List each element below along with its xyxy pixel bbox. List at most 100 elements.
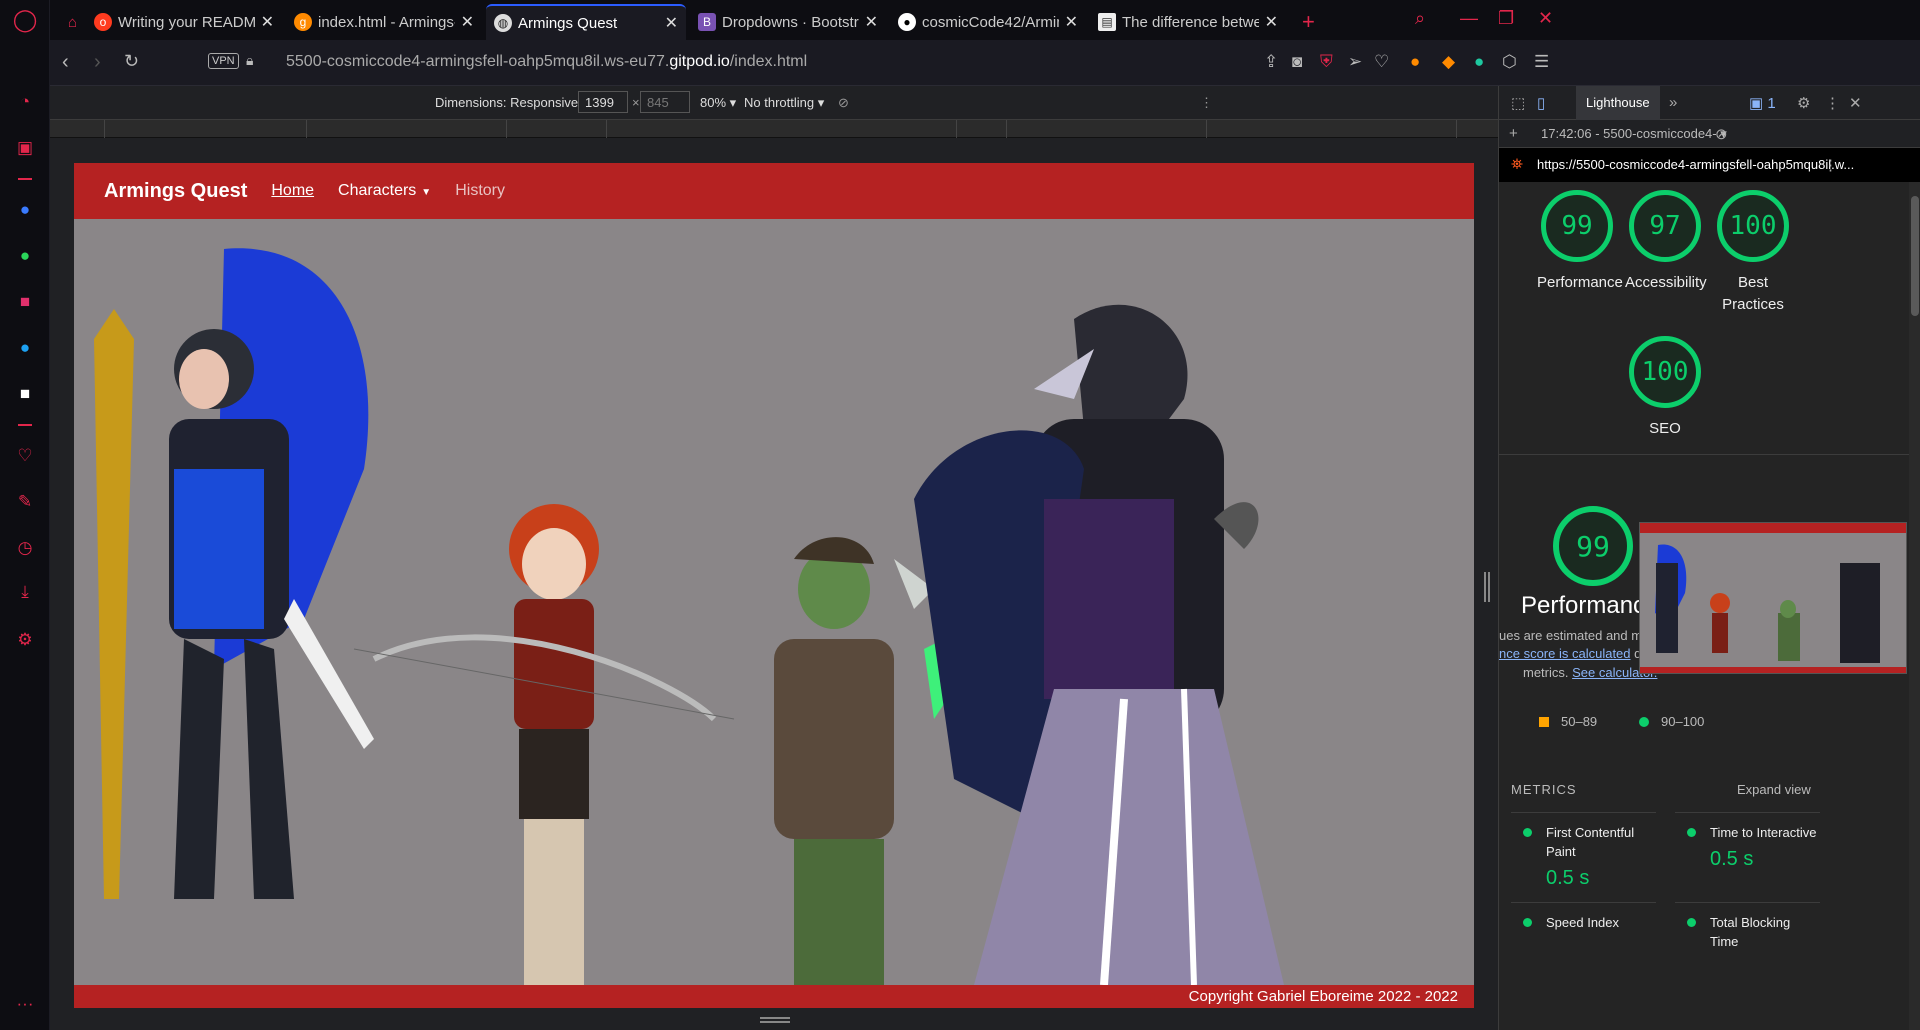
legend-average: 50–89 <box>1539 714 1597 729</box>
zoom-dropdown[interactable]: 80% ▾ <box>700 95 736 111</box>
gauge-best-practices[interactable]: 100 Best Practices <box>1713 190 1793 316</box>
inspect-icon[interactable]: ⬚ <box>1511 94 1525 112</box>
metrics-heading: METRICS <box>1511 782 1577 797</box>
close-icon[interactable]: ✕ <box>1265 12 1278 32</box>
devtools-panel: ⬚ ▯ Lighthouse » ▣ 1 ⚙ ⋮ ✕ + 17:42:06 - … <box>1498 86 1920 1030</box>
dimensions-dropdown[interactable]: Dimensions: Responsive ▾ <box>435 95 588 111</box>
nav-home-link[interactable]: Home <box>271 182 314 200</box>
send-icon[interactable]: ➢ <box>1348 52 1362 72</box>
more-options-icon[interactable]: ⋮ <box>1200 95 1213 111</box>
extension-icon[interactable]: ● <box>1410 52 1420 72</box>
nav-history-link[interactable]: History <box>455 182 505 200</box>
share-icon[interactable]: ⇪ <box>1264 52 1278 72</box>
search-tabs-icon[interactable]: ⌕ <box>1415 8 1425 29</box>
maximize-icon[interactable]: ❐ <box>1498 8 1514 29</box>
tab-readme[interactable]: o Writing your README - De ✕ <box>86 4 282 40</box>
devtools-settings-icon[interactable]: ⚙ <box>1797 94 1810 112</box>
score-ring: 100 <box>1629 336 1701 408</box>
tab-strip: ⌂ o Writing your README - De ✕ g index.h… <box>50 0 1920 40</box>
reload-icon[interactable]: ↻ <box>124 51 139 72</box>
report-selector[interactable]: 17:42:06 - 5500-cosmiccode4- ▾ <box>1541 126 1727 142</box>
heart-icon[interactable]: ♡ <box>13 444 37 468</box>
globe-icon: ◍ <box>494 14 512 32</box>
close-icon[interactable]: ✕ <box>1065 12 1078 32</box>
width-input[interactable]: 1399 <box>578 91 628 113</box>
settings-icon[interactable]: ⚙ <box>13 628 37 652</box>
performance-score-ring: 99 <box>1553 506 1633 586</box>
back-icon[interactable]: ‹ <box>62 51 69 74</box>
rotate-icon[interactable]: ⊘ <box>838 95 849 111</box>
tab-lighthouse[interactable]: Lighthouse <box>1576 86 1660 120</box>
device-toggle-icon[interactable]: ▯ <box>1537 94 1545 112</box>
download-icon[interactable]: ⤓ <box>13 580 37 604</box>
bottom-resize-handle[interactable] <box>760 1017 790 1023</box>
camera-icon[interactable]: ◙ <box>1292 52 1302 72</box>
devtools-close-icon[interactable]: ✕ <box>1849 94 1862 112</box>
tab-armings-quest[interactable]: ◍ Armings Quest ✕ <box>486 4 686 40</box>
window-close-icon[interactable]: ✕ <box>1538 8 1553 29</box>
report-url[interactable]: https://5500-cosmiccode4-armingsfell-oah… <box>1537 157 1854 172</box>
discord-icon[interactable]: ■ <box>13 382 37 406</box>
history-icon[interactable]: ◷ <box>13 536 37 560</box>
right-resize-handle[interactable] <box>1484 572 1490 602</box>
gx-corner-icon[interactable]: ⌂ <box>60 4 80 40</box>
opera-icon: o <box>94 13 112 31</box>
issues-icon[interactable]: ▣ 1 <box>1749 94 1776 112</box>
instagram-icon[interactable]: ■ <box>13 290 37 314</box>
forward-icon[interactable]: › <box>94 51 101 74</box>
workspaces-icon[interactable]: ▣ <box>13 136 37 160</box>
speed-dial-icon[interactable]: ◔ <box>13 90 37 114</box>
site-brand[interactable]: Armings Quest <box>104 180 247 203</box>
shield-icon[interactable]: ⛨ <box>1320 52 1333 72</box>
amazon-icon[interactable]: ● <box>1474 52 1484 72</box>
menu-icon[interactable]: ☰ <box>1534 52 1549 72</box>
metric-tbt: Total Blocking Time <box>1675 902 1820 951</box>
report-menu-icon[interactable]: ⋮ <box>1823 156 1838 174</box>
gauge-performance[interactable]: 99 Performance <box>1537 190 1623 294</box>
twitter-icon[interactable]: ● <box>13 336 37 360</box>
close-icon[interactable]: ✕ <box>261 12 274 32</box>
nav-characters-dropdown[interactable]: Characters ▼ <box>338 182 431 200</box>
messenger-icon[interactable]: ● <box>13 198 37 222</box>
close-icon[interactable]: ✕ <box>461 12 474 32</box>
more-tabs-icon[interactable]: » <box>1669 94 1677 111</box>
close-icon[interactable]: ✕ <box>865 12 878 32</box>
throttling-dropdown[interactable]: No throttling ▾ <box>744 95 824 111</box>
cube-icon[interactable]: ⬡ <box>1502 52 1517 72</box>
vpn-badge[interactable]: VPN <box>208 53 239 69</box>
close-icon[interactable]: ✕ <box>665 13 678 33</box>
minimize-icon[interactable]: — <box>1460 8 1478 29</box>
gauge-seo[interactable]: 100 SEO <box>1625 336 1705 440</box>
tab-gitpod[interactable]: g index.html - Armings-Fellow ✕ <box>286 4 482 40</box>
whatsapp-icon[interactable]: ● <box>13 244 37 268</box>
lock-icon[interactable]: 🔒︎ <box>246 52 253 69</box>
heart-icon[interactable]: ♡ <box>1374 52 1389 72</box>
emulated-page: Armings Quest Home Characters▼ History <box>74 163 1474 1008</box>
tab-github[interactable]: ● cosmicCode42/Armings-Fe ✕ <box>890 4 1086 40</box>
metric-tti: Time to Interactive 0.5 s <box>1675 812 1820 871</box>
clear-reports-icon[interactable]: ⊘ <box>1715 125 1728 143</box>
new-report-icon[interactable]: + <box>1509 125 1518 142</box>
characters-artwork <box>94 248 1284 986</box>
media-query-ruler[interactable] <box>50 120 1498 138</box>
score-calculated-link[interactable]: nce score is calculated <box>1499 646 1631 661</box>
devtools-menu-icon[interactable]: ⋮ <box>1825 94 1840 112</box>
tab-difference[interactable]: ▤ The difference between an ✕ <box>1090 4 1286 40</box>
device-toolbar: Dimensions: Responsive ▾ 1399 × 845 80% … <box>50 86 1498 120</box>
more-icon[interactable]: ··· <box>13 992 37 1016</box>
bootstrap-icon: B <box>698 13 716 31</box>
estimate-note: ues are estimated and may va <box>1499 628 1639 643</box>
edit-icon[interactable]: ✎ <box>13 490 37 514</box>
expand-view-toggle[interactable]: Expand view <box>1737 782 1811 797</box>
page-screenshot-thumbnail[interactable] <box>1639 522 1907 674</box>
tab-bootstrap[interactable]: B Dropdowns · Bootstrap v4.6 ✕ <box>690 4 886 40</box>
url-field[interactable]: 5500-cosmiccode4-armingsfell-oahp5mqu8il… <box>286 53 807 71</box>
gitpod-extension-icon[interactable]: ◆ <box>1442 52 1455 72</box>
performance-title: Performance <box>1521 592 1659 619</box>
new-tab-button[interactable]: + <box>1294 4 1318 40</box>
gauge-accessibility[interactable]: 97 Accessibility <box>1625 190 1707 294</box>
pass-circle-icon <box>1523 918 1532 927</box>
report-scrollbar[interactable] <box>1909 182 1920 1030</box>
height-input[interactable]: 845 <box>640 91 690 113</box>
opera-logo-icon[interactable]: ◯ <box>13 7 38 32</box>
